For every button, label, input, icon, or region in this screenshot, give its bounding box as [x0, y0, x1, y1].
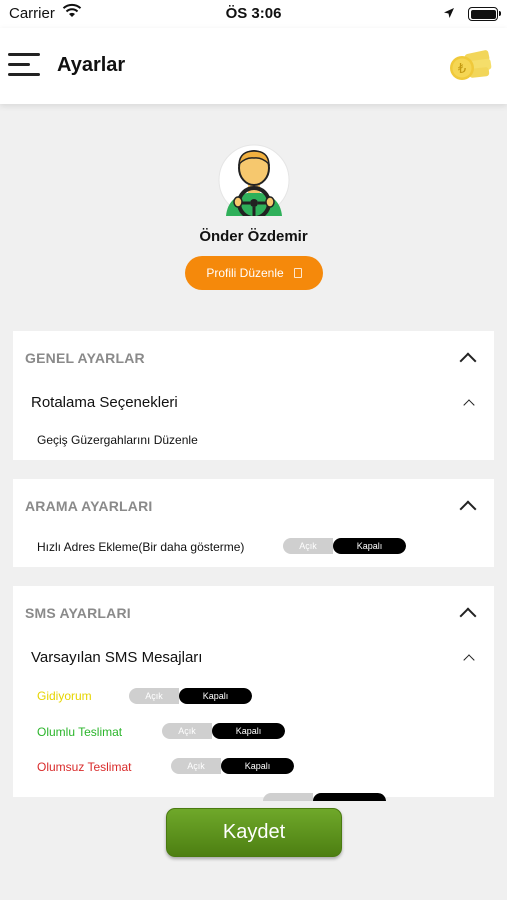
status-bar: Carrier ÖS 3:06: [0, 0, 507, 28]
toggle-on-label[interactable]: Açık: [283, 538, 333, 554]
svg-text:₺: ₺: [458, 62, 466, 77]
toggle-on-label[interactable]: Açık: [162, 723, 212, 739]
hamburger-menu-icon[interactable]: [8, 50, 42, 80]
sms-next-toggle-partial[interactable]: [263, 793, 386, 801]
collapse-general-chevron-icon[interactable]: [459, 352, 477, 370]
quick-address-label: Hızlı Adres Ekleme(Bir daha gösterme): [37, 540, 245, 554]
sms-item-negative-label: Olumsuz Teslimat: [37, 760, 132, 774]
general-settings-title: GENEL AYARLAR: [25, 350, 145, 366]
sms-positive-toggle[interactable]: Açık Kapalı: [162, 723, 285, 739]
page-title: Ayarlar: [57, 54, 126, 76]
edit-profile-button[interactable]: Profili Düzenle: [185, 256, 323, 290]
collapse-routing-chevron-icon[interactable]: [463, 399, 475, 411]
clock: ÖS 3:06: [225, 5, 282, 22]
sms-negative-toggle[interactable]: Açık Kapalı: [171, 758, 294, 774]
toggle-off-label[interactable]: Kapalı: [212, 723, 285, 739]
sms-item-positive-label: Olumlu Teslimat: [37, 725, 123, 739]
collapse-sms-chevron-icon[interactable]: [459, 607, 477, 625]
toggle-off-label[interactable]: Kapalı: [179, 688, 252, 704]
toggle-off-label[interactable]: Kapalı: [221, 758, 294, 774]
sms-settings-card: SMS AYARLARI Varsayılan SMS Mesajları Gi…: [13, 586, 494, 801]
sms-going-toggle[interactable]: Açık Kapalı: [129, 688, 252, 704]
search-settings-title: ARAMA AYARLARI: [25, 498, 153, 514]
nav-bar: Ayarlar ₺: [0, 28, 507, 104]
sms-settings-title: SMS AYARLARI: [25, 605, 131, 621]
document-icon: [293, 268, 302, 278]
quick-address-toggle[interactable]: Açık Kapalı: [283, 538, 406, 554]
profile-name: Önder Özdemir: [199, 228, 308, 245]
collapse-default-sms-chevron-icon[interactable]: [463, 654, 475, 666]
collapse-search-chevron-icon[interactable]: [459, 500, 477, 518]
routing-options-title: Rotalama Seçenekleri: [31, 394, 178, 411]
edit-routes-link[interactable]: Geçiş Güzergahlarını Düzenle: [37, 433, 198, 447]
default-sms-title: Varsayılan SMS Mesajları: [31, 649, 203, 666]
battery-icon: [468, 7, 501, 21]
money-coins-icon[interactable]: ₺: [447, 46, 493, 86]
search-settings-card: ARAMA AYARLARI Hızlı Adres Ekleme(Bir da…: [13, 479, 494, 567]
driver-avatar: [218, 144, 290, 220]
edit-profile-label: Profili Düzenle: [206, 266, 284, 280]
toggle-on-label[interactable]: Açık: [171, 758, 221, 774]
toggle-on-label[interactable]: Açık: [129, 688, 179, 704]
profile-section: Önder Özdemir Profili Düzenle: [0, 104, 507, 324]
general-settings-card: GENEL AYARLAR Rotalama Seçenekleri Geçiş…: [13, 331, 494, 460]
sms-item-going-label: Gidiyorum: [37, 689, 92, 703]
location-arrow-icon: [443, 6, 455, 23]
toggle-off-label[interactable]: Kapalı: [333, 538, 406, 554]
save-button[interactable]: Kaydet: [166, 808, 342, 857]
